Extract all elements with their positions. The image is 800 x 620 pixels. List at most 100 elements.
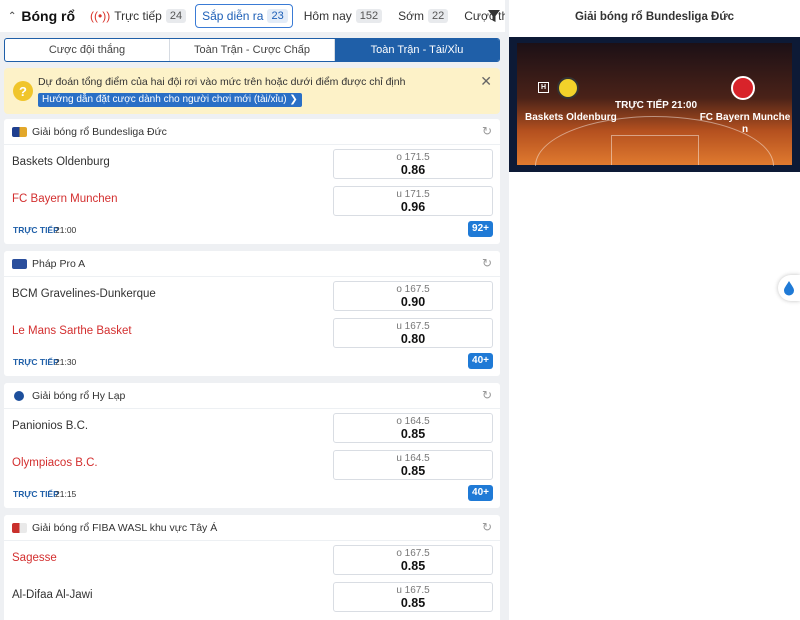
match-footer: TRỰC TIẾP 21:15 40+: [4, 483, 500, 505]
odds-button[interactable]: u 167.5 0.80: [333, 318, 493, 348]
sport-title[interactable]: ⌃ Bóng rổ: [8, 8, 75, 24]
refresh-icon[interactable]: ↻: [482, 520, 492, 534]
live-broadcast-icon: ((•)): [90, 9, 111, 23]
odds-button[interactable]: u 167.5 0.85: [333, 582, 493, 612]
odds-line: u 171.5: [396, 189, 430, 200]
bet-type-tabs: Cược đội thắng Toàn Trận - Cược Chấp Toà…: [4, 38, 500, 62]
league-card: Giải bóng rổ Bundesliga Đức ↻ Baskets Ol…: [4, 119, 500, 244]
close-icon[interactable]: ✕: [480, 73, 492, 90]
collapse-icon[interactable]: ⌃: [8, 11, 16, 22]
match-row: BCM Gravelines-Dunkerque o 167.5 0.90: [4, 277, 500, 314]
league-name: Giải bóng rổ Bundesliga Đức: [32, 126, 167, 138]
more-markets-button[interactable]: 92+: [468, 221, 493, 237]
notice-text: Dự đoán tổng điểm của hai đội rơi vào mứ…: [38, 76, 406, 88]
scoreboard: H TRỰC TIẾP 21:00 Baskets Oldenburg FC B…: [509, 37, 800, 172]
filter-count: 152: [355, 9, 383, 23]
team-name: Al-Difaa Al-Jawi: [12, 589, 93, 601]
question-icon: ?: [13, 81, 33, 101]
panel-title: Giải bóng rổ Bundesliga Đức: [574, 11, 735, 23]
beginner-guide-link[interactable]: Hướng dẫn đặt cược dành cho người chơi m…: [38, 93, 302, 107]
match-preview-panel: Giải bóng rổ Bundesliga Đức H TRỰC TIẾP …: [509, 0, 800, 620]
match-row: Le Mans Sarthe Basket u 167.5 0.80: [4, 314, 500, 351]
home-badge: H: [538, 82, 549, 93]
odds-price: 0.86: [400, 163, 426, 177]
filter-label: Sớm: [398, 9, 424, 23]
live-label: TRỰC TIẾP: [13, 225, 59, 235]
odds-line: o 167.5: [396, 548, 430, 559]
more-markets-button[interactable]: 40+: [468, 485, 493, 501]
team-name: FC Bayern Munchen: [12, 193, 118, 205]
league-logo-icon: [14, 391, 24, 401]
droplet-icon: [784, 281, 794, 296]
filter-count: 22: [428, 9, 449, 23]
filter-live[interactable]: ((•)) Trực tiếp 24: [83, 4, 191, 28]
home-team-logo: [557, 77, 579, 99]
league-header: Giải bóng rổ Bundesliga Đức ↻: [4, 119, 500, 145]
refresh-icon[interactable]: ↻: [482, 388, 492, 402]
match-footer: TRỰC TIẾP 21:30 40+: [4, 351, 500, 373]
info-notice: ? Dự đoán tổng điểm của hai đội rơi vào …: [4, 68, 500, 114]
team-name: Panionios B.C.: [12, 420, 89, 432]
filter-count: 23: [267, 9, 288, 23]
match-row: FC Bayern Munchen u 171.5 0.96: [4, 182, 500, 219]
odds-button[interactable]: o 167.5 0.90: [333, 281, 493, 311]
league-header: Pháp Pro A ↻: [4, 251, 500, 277]
odds-button[interactable]: u 164.5 0.85: [333, 450, 493, 480]
live-label: TRỰC TIẾP: [13, 357, 59, 367]
odds-price: 0.85: [400, 596, 426, 610]
odds-button[interactable]: o 164.5 0.85: [333, 413, 493, 443]
home-team-name: Baskets Oldenburg: [525, 112, 617, 123]
league-card: Giải bóng rổ Hy Lạp ↻ Panionios B.C. o 1…: [4, 383, 500, 508]
team-name: Olympiacos B.C.: [12, 457, 98, 469]
league-name: Pháp Pro A: [32, 258, 86, 270]
floating-widget-button[interactable]: [778, 275, 800, 301]
filter-label: Hôm nay: [303, 9, 352, 23]
league-header: Giải bóng rổ Hy Lạp ↻: [4, 383, 500, 409]
filter-today[interactable]: Hôm nay 152: [297, 4, 387, 28]
match-time: 21:30: [55, 357, 77, 367]
filter-label: Trực tiếp: [114, 9, 162, 23]
league-name: Giải bóng rổ FIBA WASL khu vực Tây Á: [32, 522, 218, 534]
league-card: Giải bóng rổ FIBA WASL khu vực Tây Á ↻ S…: [4, 515, 500, 620]
odds-line: o 167.5: [396, 284, 430, 295]
match-row: Al-Difaa Al-Jawi u 167.5 0.85: [4, 578, 500, 615]
league-logo-icon: [12, 259, 27, 269]
filter-early[interactable]: Sớm 22: [391, 4, 453, 28]
odds-button[interactable]: o 171.5 0.86: [333, 149, 493, 179]
odds-line: u 167.5: [396, 585, 430, 596]
team-name: Sagesse: [12, 552, 57, 564]
tab-moneyline[interactable]: Cược đội thắng: [5, 39, 170, 61]
tab-over-under[interactable]: Toàn Trận - Tài/Xỉu: [335, 39, 499, 61]
filter-count: 24: [165, 9, 187, 23]
league-name: Giải bóng rổ Hy Lạp: [32, 390, 126, 402]
refresh-icon[interactable]: ↻: [482, 256, 492, 270]
filter-upcoming[interactable]: Sắp diễn ra 23: [195, 4, 293, 28]
funnel-icon[interactable]: [487, 8, 501, 24]
match-row: Baskets Oldenburg o 171.5 0.86: [4, 145, 500, 182]
odds-line: u 167.5: [396, 321, 430, 332]
odds-price: 0.85: [400, 464, 426, 478]
sport-title-label: Bóng rổ: [21, 8, 76, 24]
odds-price: 0.85: [400, 559, 426, 573]
league-logo-icon: [12, 127, 27, 137]
odds-price: 0.90: [400, 295, 426, 309]
more-markets-button[interactable]: 40+: [468, 353, 493, 369]
refresh-icon[interactable]: ↻: [482, 124, 492, 138]
odds-price: 0.96: [400, 200, 426, 214]
match-row: Olympiacos B.C. u 164.5 0.85: [4, 446, 500, 483]
league-card: Pháp Pro A ↻ BCM Gravelines-Dunkerque o …: [4, 251, 500, 376]
away-team-logo: [731, 76, 755, 100]
league-logo-icon: [12, 523, 27, 533]
match-time: 21:00: [55, 225, 77, 235]
odds-button[interactable]: o 167.5 0.85: [333, 545, 493, 575]
odds-button[interactable]: u 171.5 0.96: [333, 186, 493, 216]
match-footer: TRỰC TIẾP 21:00 92+: [4, 219, 500, 241]
league-header: Giải bóng rổ FIBA WASL khu vực Tây Á ↻: [4, 515, 500, 541]
odds-line: o 171.5: [396, 152, 430, 163]
away-team-name: FC Bayern Munche n: [699, 112, 791, 135]
tab-handicap[interactable]: Toàn Trận - Cược Chấp: [170, 39, 335, 61]
odds-price: 0.80: [400, 332, 426, 346]
court-key: [611, 135, 699, 165]
odds-price: 0.85: [400, 427, 426, 441]
filter-label: Sắp diễn ra: [202, 9, 264, 23]
